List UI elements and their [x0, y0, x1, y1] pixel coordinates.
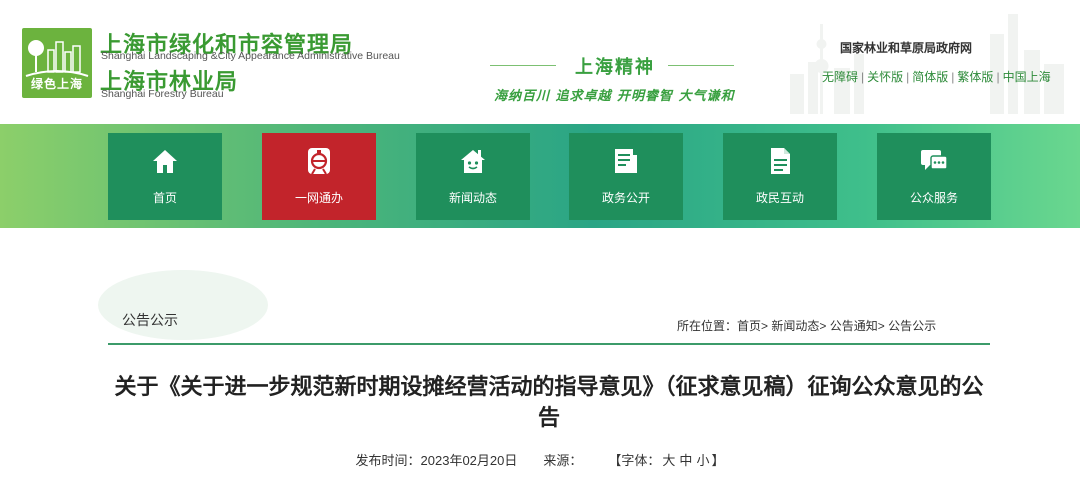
font-size-medium[interactable]: 中	[677, 453, 694, 468]
site-header: 绿色上海 上海市绿化和市容管理局 Shanghai Landscaping &C…	[0, 0, 1080, 124]
breadcrumb-news[interactable]: 新闻动态	[771, 319, 819, 333]
nav-item-label: 政务公开	[601, 191, 650, 205]
version-china-shanghai[interactable]: 中国上海	[1003, 70, 1051, 84]
font-size-small[interactable]: 小	[694, 453, 711, 468]
nav-item-public-interaction[interactable]: 政民互动	[723, 133, 837, 220]
national-forestry-link[interactable]: 国家林业和草原局政府网	[840, 39, 972, 56]
version-separator: |	[861, 70, 865, 84]
site-version-links: 无障碍 | 关怀版 | 简体版 | 繁体版 | 中国上海	[822, 68, 1051, 85]
article-title: 关于《关于进一步规范新时期设摊经营活动的指导意见》（征求意见稿）征询公众意见的公…	[114, 374, 984, 430]
version-accessible[interactable]: 无障碍	[822, 70, 858, 84]
skyline-background-icon	[790, 14, 1064, 114]
nav-item-label: 新闻动态	[448, 191, 497, 205]
font-size-close: 】	[711, 453, 725, 468]
font-size-large[interactable]: 大	[660, 453, 677, 468]
nav-item-label: 公众服务	[909, 191, 958, 205]
home-icon	[153, 150, 177, 173]
version-separator: |	[996, 70, 1000, 84]
org-name-en-primary: Shanghai Landscaping &City Appearance Ad…	[101, 50, 400, 62]
org-name-en-secondary: Shanghai Forestry Bureau	[101, 88, 224, 100]
breadcrumb-home[interactable]: 首页	[737, 319, 761, 333]
nav-item-home[interactable]: 首页	[108, 133, 222, 220]
publish-date: 2023年02月20日	[420, 453, 518, 468]
file-edit-icon	[771, 148, 790, 174]
version-care[interactable]: 关怀版	[867, 70, 903, 84]
news-house-icon	[461, 150, 485, 173]
slogan-subtitle: 海纳百川 追求卓越 开明睿智 大气谦和	[494, 89, 735, 104]
font-size-open: 【字体：	[608, 453, 661, 468]
section-title: 公告公示	[122, 312, 178, 328]
breadcrumb-separator: >	[761, 319, 772, 333]
source-label: 来源：	[543, 453, 583, 468]
nav-item-label: 首页	[152, 191, 177, 205]
site-logo[interactable]: 绿色上海	[22, 28, 92, 98]
main-nav: 首页 一网通办 新闻动态 政务公开 政民互动 公众服务	[0, 124, 1080, 228]
section-divider	[108, 343, 990, 345]
nav-item-label: 政民互动	[755, 191, 804, 205]
breadcrumb-separator: >	[877, 319, 889, 333]
nav-item-news[interactable]: 新闻动态	[416, 133, 530, 220]
version-traditional[interactable]: 繁体版	[957, 70, 993, 84]
slogan-divider-right	[668, 65, 734, 66]
breadcrumb-prefix: 所在位置：	[677, 319, 738, 333]
nav-item-label: 一网通办	[294, 191, 343, 205]
publish-label: 发布时间：	[355, 453, 421, 468]
version-separator: |	[906, 70, 910, 84]
chat-icon	[921, 150, 948, 170]
nav-item-one-stop-service[interactable]: 一网通办	[262, 133, 376, 220]
shanghai-spirit-slogan: 上海精神 海纳百川 追求卓越 开明睿智 大气谦和	[490, 52, 750, 108]
slogan-title: 上海精神	[575, 57, 655, 78]
breadcrumb-separator: >	[819, 319, 830, 333]
breadcrumb-notices[interactable]: 公告通知	[830, 319, 878, 333]
document-list-icon	[615, 149, 637, 173]
service-portal-icon	[308, 148, 330, 175]
slogan-divider-left	[490, 65, 556, 66]
breadcrumb: 所在位置：首页> 新闻动态> 公告通知> 公告公示	[677, 317, 936, 334]
breadcrumb-announcements[interactable]: 公告公示	[888, 319, 936, 333]
article-meta: 发布时间：2023年02月20日 来源： 【字体：大中小】	[0, 450, 1080, 469]
nav-item-public-services[interactable]: 公众服务	[877, 133, 991, 220]
nav-item-government-affairs[interactable]: 政务公开	[569, 133, 683, 220]
logo-text: 绿色上海	[30, 77, 83, 91]
version-simplified[interactable]: 简体版	[912, 70, 948, 84]
